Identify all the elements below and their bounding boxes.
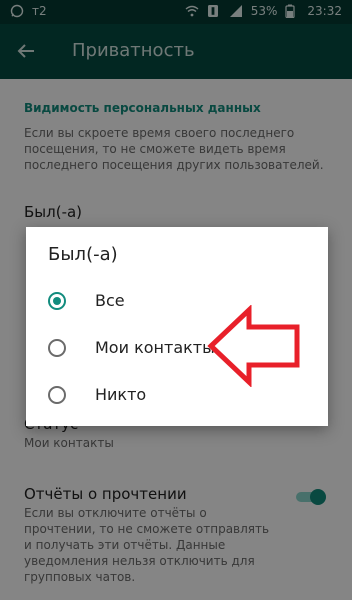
red-arrow-annotation [207,305,300,387]
radio-unchecked-icon[interactable] [48,386,66,404]
dialog-title: Был(-а) [48,244,118,265]
option-label: Никто [95,385,147,404]
radio-unchecked-icon[interactable] [48,339,66,357]
option-label: Мои контакты [95,338,215,357]
option-label: Все [95,291,125,310]
radio-checked-icon[interactable] [48,292,66,310]
